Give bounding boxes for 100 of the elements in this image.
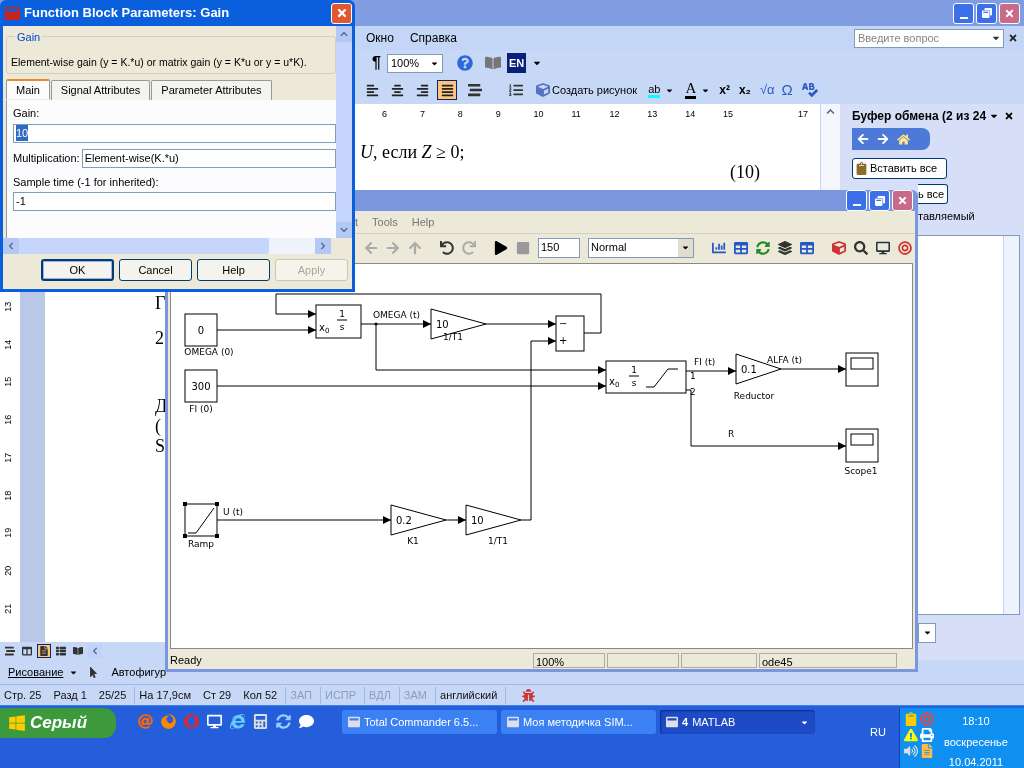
- draw-picture-button[interactable]: Создать рисунок: [536, 81, 638, 99]
- signal-line[interactable]: [360, 320, 432, 328]
- vertical-scrollbar[interactable]: [336, 26, 352, 238]
- signal-line[interactable]: [445, 516, 467, 524]
- desktop-icon[interactable]: [207, 714, 222, 729]
- minimize-button[interactable]: [953, 2, 974, 24]
- taskbar-button[interactable]: 4 MATLAB: [660, 710, 815, 734]
- language-button[interactable]: EN: [506, 52, 527, 74]
- scope-block[interactable]: [845, 352, 879, 387]
- dialog-button[interactable]: Cancel: [119, 259, 192, 281]
- zoom-combobox[interactable]: 100%: [386, 53, 443, 73]
- signal-line[interactable]: [216, 326, 317, 334]
- sum-block[interactable]: [555, 315, 585, 352]
- gain-block[interactable]: [465, 504, 522, 536]
- signal-line[interactable]: [780, 365, 847, 373]
- font-color-button[interactable]: A: [685, 81, 697, 99]
- view-button[interactable]: [37, 644, 51, 658]
- numbered-list-icon[interactable]: [509, 83, 523, 97]
- paste-all-button[interactable]: Вставить все: [852, 158, 947, 179]
- superscript-button[interactable]: x²: [719, 81, 730, 99]
- signal-line[interactable]: [216, 516, 392, 524]
- vertical-scrollbar[interactable]: [820, 104, 840, 190]
- autoshapes-menu[interactable]: Автофигур: [111, 663, 167, 681]
- line-spacing-icon[interactable]: [468, 83, 482, 97]
- horizontal-scrollbar[interactable]: [3, 238, 331, 254]
- undo-icon[interactable]: [440, 240, 454, 255]
- stop-time-field[interactable]: 150: [538, 237, 580, 258]
- multiplication-field[interactable]: Element-wise(K.*u): [81, 148, 336, 168]
- gain-block[interactable]: [430, 308, 487, 340]
- table-icon[interactable]: [800, 240, 814, 255]
- gain-field[interactable]: 10: [13, 123, 336, 143]
- constant-block[interactable]: [184, 369, 218, 403]
- clipboard-list[interactable]: [918, 234, 1020, 615]
- layers-icon[interactable]: [778, 240, 792, 255]
- search-icon[interactable]: [854, 240, 868, 255]
- subscript-button[interactable]: x₂: [738, 81, 751, 99]
- start-button[interactable]: Серый: [0, 708, 116, 738]
- menu-item[interactable]: Help: [411, 213, 435, 231]
- close-button[interactable]: [331, 2, 352, 24]
- maximize-button[interactable]: [869, 190, 890, 211]
- tab[interactable]: Parameter Attributes: [151, 80, 272, 100]
- status-text: На 17,9см: [139, 687, 191, 703]
- sync-icon[interactable]: [276, 714, 291, 729]
- warning-icon[interactable]: [904, 728, 918, 742]
- help-icon[interactable]: [456, 55, 473, 71]
- simulation-mode-select[interactable]: Normal: [588, 237, 694, 258]
- view-button[interactable]: [71, 644, 85, 658]
- pilcrow-button[interactable]: ¶: [372, 51, 381, 75]
- integrator-block[interactable]: [315, 304, 362, 339]
- language-indicator[interactable]: RU: [870, 724, 886, 741]
- ruler-number: 13: [2, 301, 15, 312]
- view-button[interactable]: [20, 644, 34, 658]
- tab[interactable]: Signal Attributes: [50, 80, 151, 100]
- chat-icon[interactable]: [299, 714, 314, 729]
- home-icon[interactable]: [897, 132, 910, 146]
- list-scrollbar[interactable]: [1003, 235, 1019, 614]
- tab[interactable]: Main: [6, 79, 50, 99]
- clipboard-icon[interactable]: [904, 712, 918, 726]
- view-button[interactable]: [54, 644, 68, 658]
- signal-line[interactable]: [485, 320, 557, 328]
- gain-block[interactable]: [390, 504, 447, 536]
- highlight-button[interactable]: ab: [648, 82, 661, 98]
- ramp-block[interactable]: [183, 502, 219, 538]
- play-icon[interactable]: [494, 240, 508, 255]
- refresh-icon[interactable]: [756, 240, 770, 255]
- browser-icon[interactable]: [230, 714, 245, 729]
- view-button[interactable]: [3, 644, 17, 658]
- maximize-button[interactable]: [976, 2, 997, 24]
- spellcheck-icon[interactable]: [801, 82, 818, 98]
- close-icon[interactable]: [1004, 111, 1015, 121]
- equation-button[interactable]: √α: [759, 80, 775, 100]
- menu-item[interactable]: Tools: [372, 213, 398, 231]
- menu-item[interactable]: Окно: [366, 29, 394, 47]
- limited-integrator-block[interactable]: [605, 360, 687, 394]
- signal-line[interactable]: [275, 293, 602, 334]
- block-value: 300: [191, 381, 211, 392]
- options-dropdown[interactable]: [918, 622, 936, 643]
- pointer-icon[interactable]: [88, 666, 100, 678]
- dialog-button[interactable]: OK: [41, 259, 114, 281]
- book-icon[interactable]: [484, 55, 501, 71]
- close-button[interactable]: [892, 190, 913, 211]
- close-icon[interactable]: [1008, 33, 1018, 43]
- align-justify-button[interactable]: [437, 80, 457, 100]
- grid-icon[interactable]: [734, 240, 748, 255]
- sample-time-field[interactable]: -1: [13, 192, 336, 211]
- taskbar-button[interactable]: Total Commander 6.5...: [342, 710, 497, 734]
- signal-line[interactable]: [374, 322, 607, 374]
- symbol-button[interactable]: Ω: [781, 78, 793, 102]
- close-button[interactable]: [999, 2, 1020, 24]
- forward-icon[interactable]: [877, 133, 889, 145]
- printer-icon[interactable]: [920, 728, 934, 742]
- back-icon[interactable]: [857, 133, 869, 145]
- drawing-menu[interactable]: Рисование: [8, 663, 64, 681]
- clear-all-button[interactable]: ь все: [918, 184, 948, 204]
- menu-item[interactable]: Справка: [409, 29, 457, 47]
- scope-block[interactable]: [845, 428, 879, 463]
- taskbar-button[interactable]: Моя методичка SIM...: [501, 710, 656, 734]
- minimize-button[interactable]: [846, 190, 867, 211]
- calculator-icon[interactable]: [253, 714, 268, 729]
- dialog-button[interactable]: Help: [197, 259, 270, 281]
